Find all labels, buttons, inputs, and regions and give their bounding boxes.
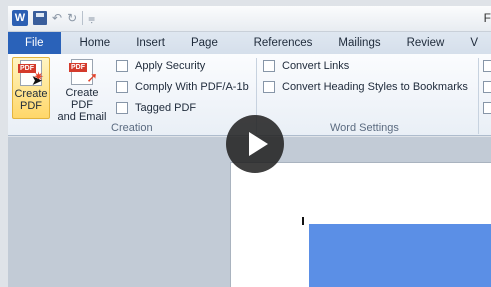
text-caret	[302, 217, 304, 225]
save-icon[interactable]	[33, 11, 47, 25]
convert-heading-styles-option[interactable]: Convert Heading Styles to Bookmarks	[263, 81, 468, 93]
create-pdf-and-email-button[interactable]: PDF ➚ Create PDF and Email	[54, 57, 110, 123]
tab-home[interactable]: Home	[67, 32, 124, 54]
redo-icon[interactable]: ↻	[67, 11, 77, 25]
extra-checkbox-1[interactable]	[483, 60, 491, 72]
apply-security-option[interactable]: Apply Security	[116, 60, 205, 72]
group-separator-2	[478, 58, 479, 134]
extra-checkbox-2[interactable]	[483, 81, 491, 93]
create-pdf-label-line1: Create	[14, 88, 48, 100]
convert-links-option[interactable]: Convert Links	[263, 60, 349, 72]
tagged-pdf-label: Tagged PDF	[135, 102, 197, 114]
quick-access-toolbar: W ↶ ↻ ⩦	[12, 10, 95, 26]
word-window: W ↶ ↻ ⩦ F File Home Insert Page Layout R…	[0, 0, 491, 287]
convert-heading-styles-checkbox[interactable]	[263, 81, 275, 93]
comply-pdfa-label: Comply With PDF/A-1b	[135, 81, 249, 93]
create-pdf-button[interactable]: PDF ✷ Create PDF ➤	[12, 57, 50, 119]
apply-security-checkbox[interactable]	[116, 60, 128, 72]
comply-pdfa-checkbox[interactable]	[116, 81, 128, 93]
customize-qat-icon[interactable]: ⩦	[88, 11, 95, 26]
create-pdf-email-label-line2: and Email	[57, 111, 107, 123]
tab-page-layout[interactable]: Page Layout	[178, 32, 241, 71]
qat-separator	[82, 11, 84, 25]
tab-file[interactable]: File	[8, 32, 61, 54]
play-button-icon[interactable]	[226, 115, 284, 173]
image-block[interactable]	[309, 224, 491, 287]
word-app-icon[interactable]: W	[12, 10, 28, 26]
creation-group-label: Creation	[111, 122, 153, 134]
convert-heading-styles-label: Convert Heading Styles to Bookmarks	[282, 81, 468, 93]
pdf-email-icon: PDF ➚	[69, 59, 98, 85]
pdf-tag-email: PDF	[69, 63, 87, 72]
convert-links-label: Convert Links	[282, 60, 350, 72]
undo-icon[interactable]: ↶	[52, 11, 62, 25]
tab-mailings[interactable]: Mailings	[325, 32, 393, 54]
tab-review[interactable]: Review	[394, 32, 458, 54]
apply-security-label: Apply Security	[135, 60, 206, 72]
ribbon-tabs: File Home Insert Page Layout References …	[8, 32, 491, 71]
window-title: F	[483, 11, 491, 25]
send-arrow-icon: ➚	[86, 69, 98, 85]
convert-links-checkbox[interactable]	[263, 60, 275, 72]
extra-checkbox-3[interactable]	[483, 102, 491, 114]
tab-view[interactable]: V	[457, 32, 491, 54]
tab-insert[interactable]: Insert	[123, 32, 178, 54]
tagged-pdf-option[interactable]: Tagged PDF	[116, 102, 196, 114]
tab-references[interactable]: References	[241, 32, 326, 54]
tagged-pdf-checkbox[interactable]	[116, 102, 128, 114]
mouse-cursor-icon: ➤	[31, 72, 43, 88]
create-pdf-label-line2: PDF	[20, 100, 42, 112]
create-pdf-email-label-line1: Create PDF	[65, 87, 99, 111]
title-bar: W ↶ ↻ ⩦ F	[8, 6, 491, 32]
word-settings-group-label: Word Settings	[330, 122, 399, 134]
comply-pdfa-option[interactable]: Comply With PDF/A-1b	[116, 81, 249, 93]
